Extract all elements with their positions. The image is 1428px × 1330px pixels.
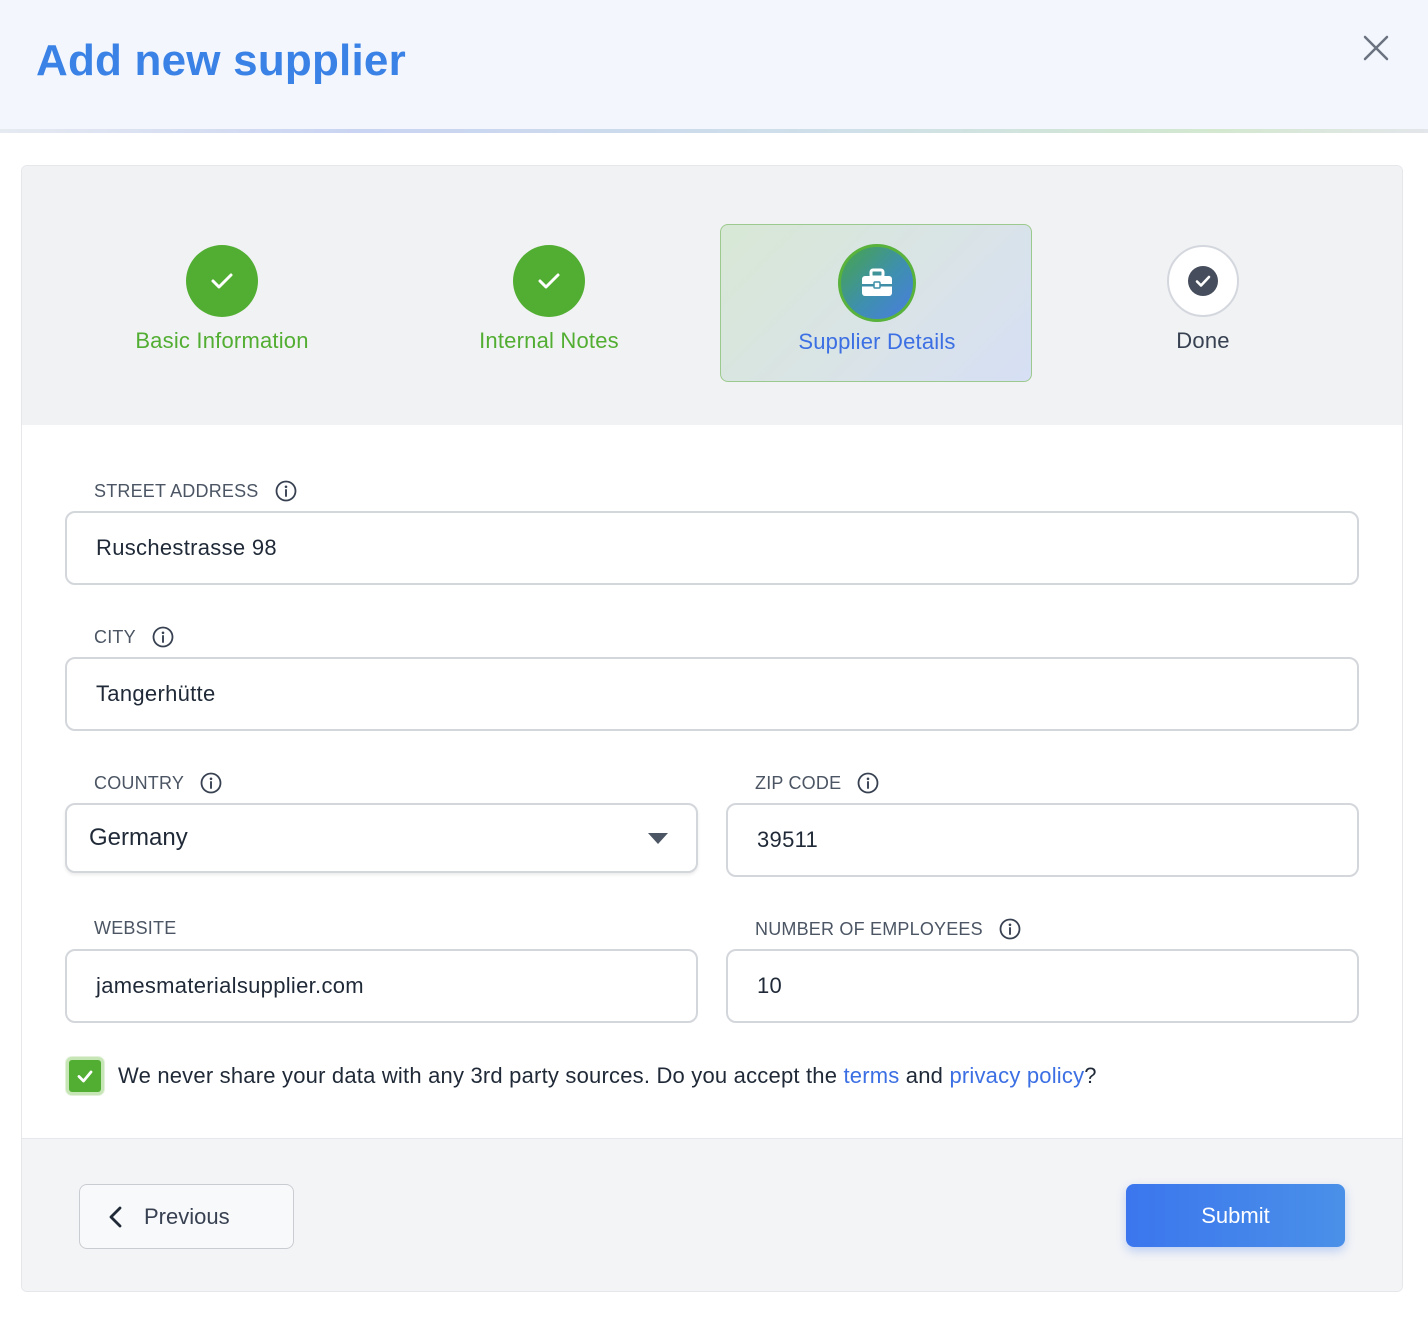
country-select[interactable]: Germany (65, 803, 698, 873)
consent-text-before: We never share your data with any 3rd pa… (118, 1063, 844, 1088)
check-icon (513, 245, 585, 317)
country-label: COUNTRY (94, 772, 222, 794)
zip-code-label-text: ZIP CODE (755, 772, 842, 793)
privacy-policy-link[interactable]: privacy policy (949, 1063, 1084, 1088)
previous-button-label: Previous (144, 1203, 230, 1229)
employees-label: NUMBER OF EMPLOYEES (755, 918, 1021, 940)
check-icon (77, 1070, 93, 1083)
header-divider (0, 129, 1428, 133)
chevron-left-icon (109, 1206, 122, 1227)
dialog-footer: Previous Submit (22, 1138, 1402, 1291)
check-icon (186, 245, 258, 317)
briefcase-icon (838, 244, 916, 322)
website-input[interactable]: jamesmaterialsupplier.com (65, 949, 698, 1023)
submit-button-label: Submit (1201, 1202, 1270, 1228)
previous-button[interactable]: Previous (79, 1184, 294, 1249)
city-label-text: CITY (94, 626, 136, 647)
website-label-text: WEBSITE (94, 918, 177, 938)
dialog-title: Add new supplier (36, 36, 406, 85)
consent-text-after: ? (1084, 1063, 1097, 1088)
city-label: CITY (94, 626, 174, 648)
info-icon[interactable] (857, 772, 879, 794)
stepper: Basic Information Internal Notes Supplie… (22, 166, 1402, 425)
step-done[interactable]: Done (1047, 166, 1359, 425)
step-internal-notes[interactable]: Internal Notes (393, 166, 705, 425)
info-icon[interactable] (200, 772, 222, 794)
step-label: Basic Information (135, 328, 309, 353)
submit-button[interactable]: Submit (1126, 1184, 1345, 1247)
employees-input[interactable]: 10 (726, 949, 1359, 1023)
step-label: Internal Notes (479, 328, 619, 353)
wizard-card: Basic Information Internal Notes Supplie… (21, 165, 1403, 1292)
info-icon[interactable] (275, 480, 297, 502)
consent-checkbox[interactable] (66, 1057, 104, 1095)
consent-row: We never share your data with any 3rd pa… (66, 1057, 1097, 1095)
info-icon[interactable] (999, 918, 1021, 940)
street-address-label-text: STREET ADDRESS (94, 480, 259, 501)
step-label: Supplier Details (798, 329, 956, 354)
website-label: WEBSITE (94, 918, 176, 939)
city-input[interactable]: Tangerhütte (65, 657, 1359, 731)
street-address-input[interactable]: Ruschestrasse 98 (65, 511, 1359, 585)
consent-text: We never share your data with any 3rd pa… (118, 1063, 1097, 1089)
info-icon[interactable] (152, 626, 174, 648)
close-icon[interactable] (1360, 32, 1392, 64)
zip-code-label: ZIP CODE (755, 772, 879, 794)
caret-down-icon (648, 833, 668, 844)
terms-link[interactable]: terms (844, 1063, 900, 1088)
country-select-value: Germany (89, 824, 188, 851)
zip-code-input[interactable]: 39511 (726, 803, 1359, 877)
step-supplier-details[interactable]: Supplier Details (720, 224, 1032, 382)
step-basic-information[interactable]: Basic Information (66, 166, 378, 425)
check-circle-icon (1167, 245, 1239, 317)
employees-label-text: NUMBER OF EMPLOYEES (755, 918, 983, 939)
country-label-text: COUNTRY (94, 772, 185, 793)
consent-text-and: and (899, 1063, 950, 1088)
dialog-header: Add new supplier (0, 0, 1428, 132)
street-address-label: STREET ADDRESS (94, 480, 297, 502)
step-label: Done (1176, 328, 1230, 353)
